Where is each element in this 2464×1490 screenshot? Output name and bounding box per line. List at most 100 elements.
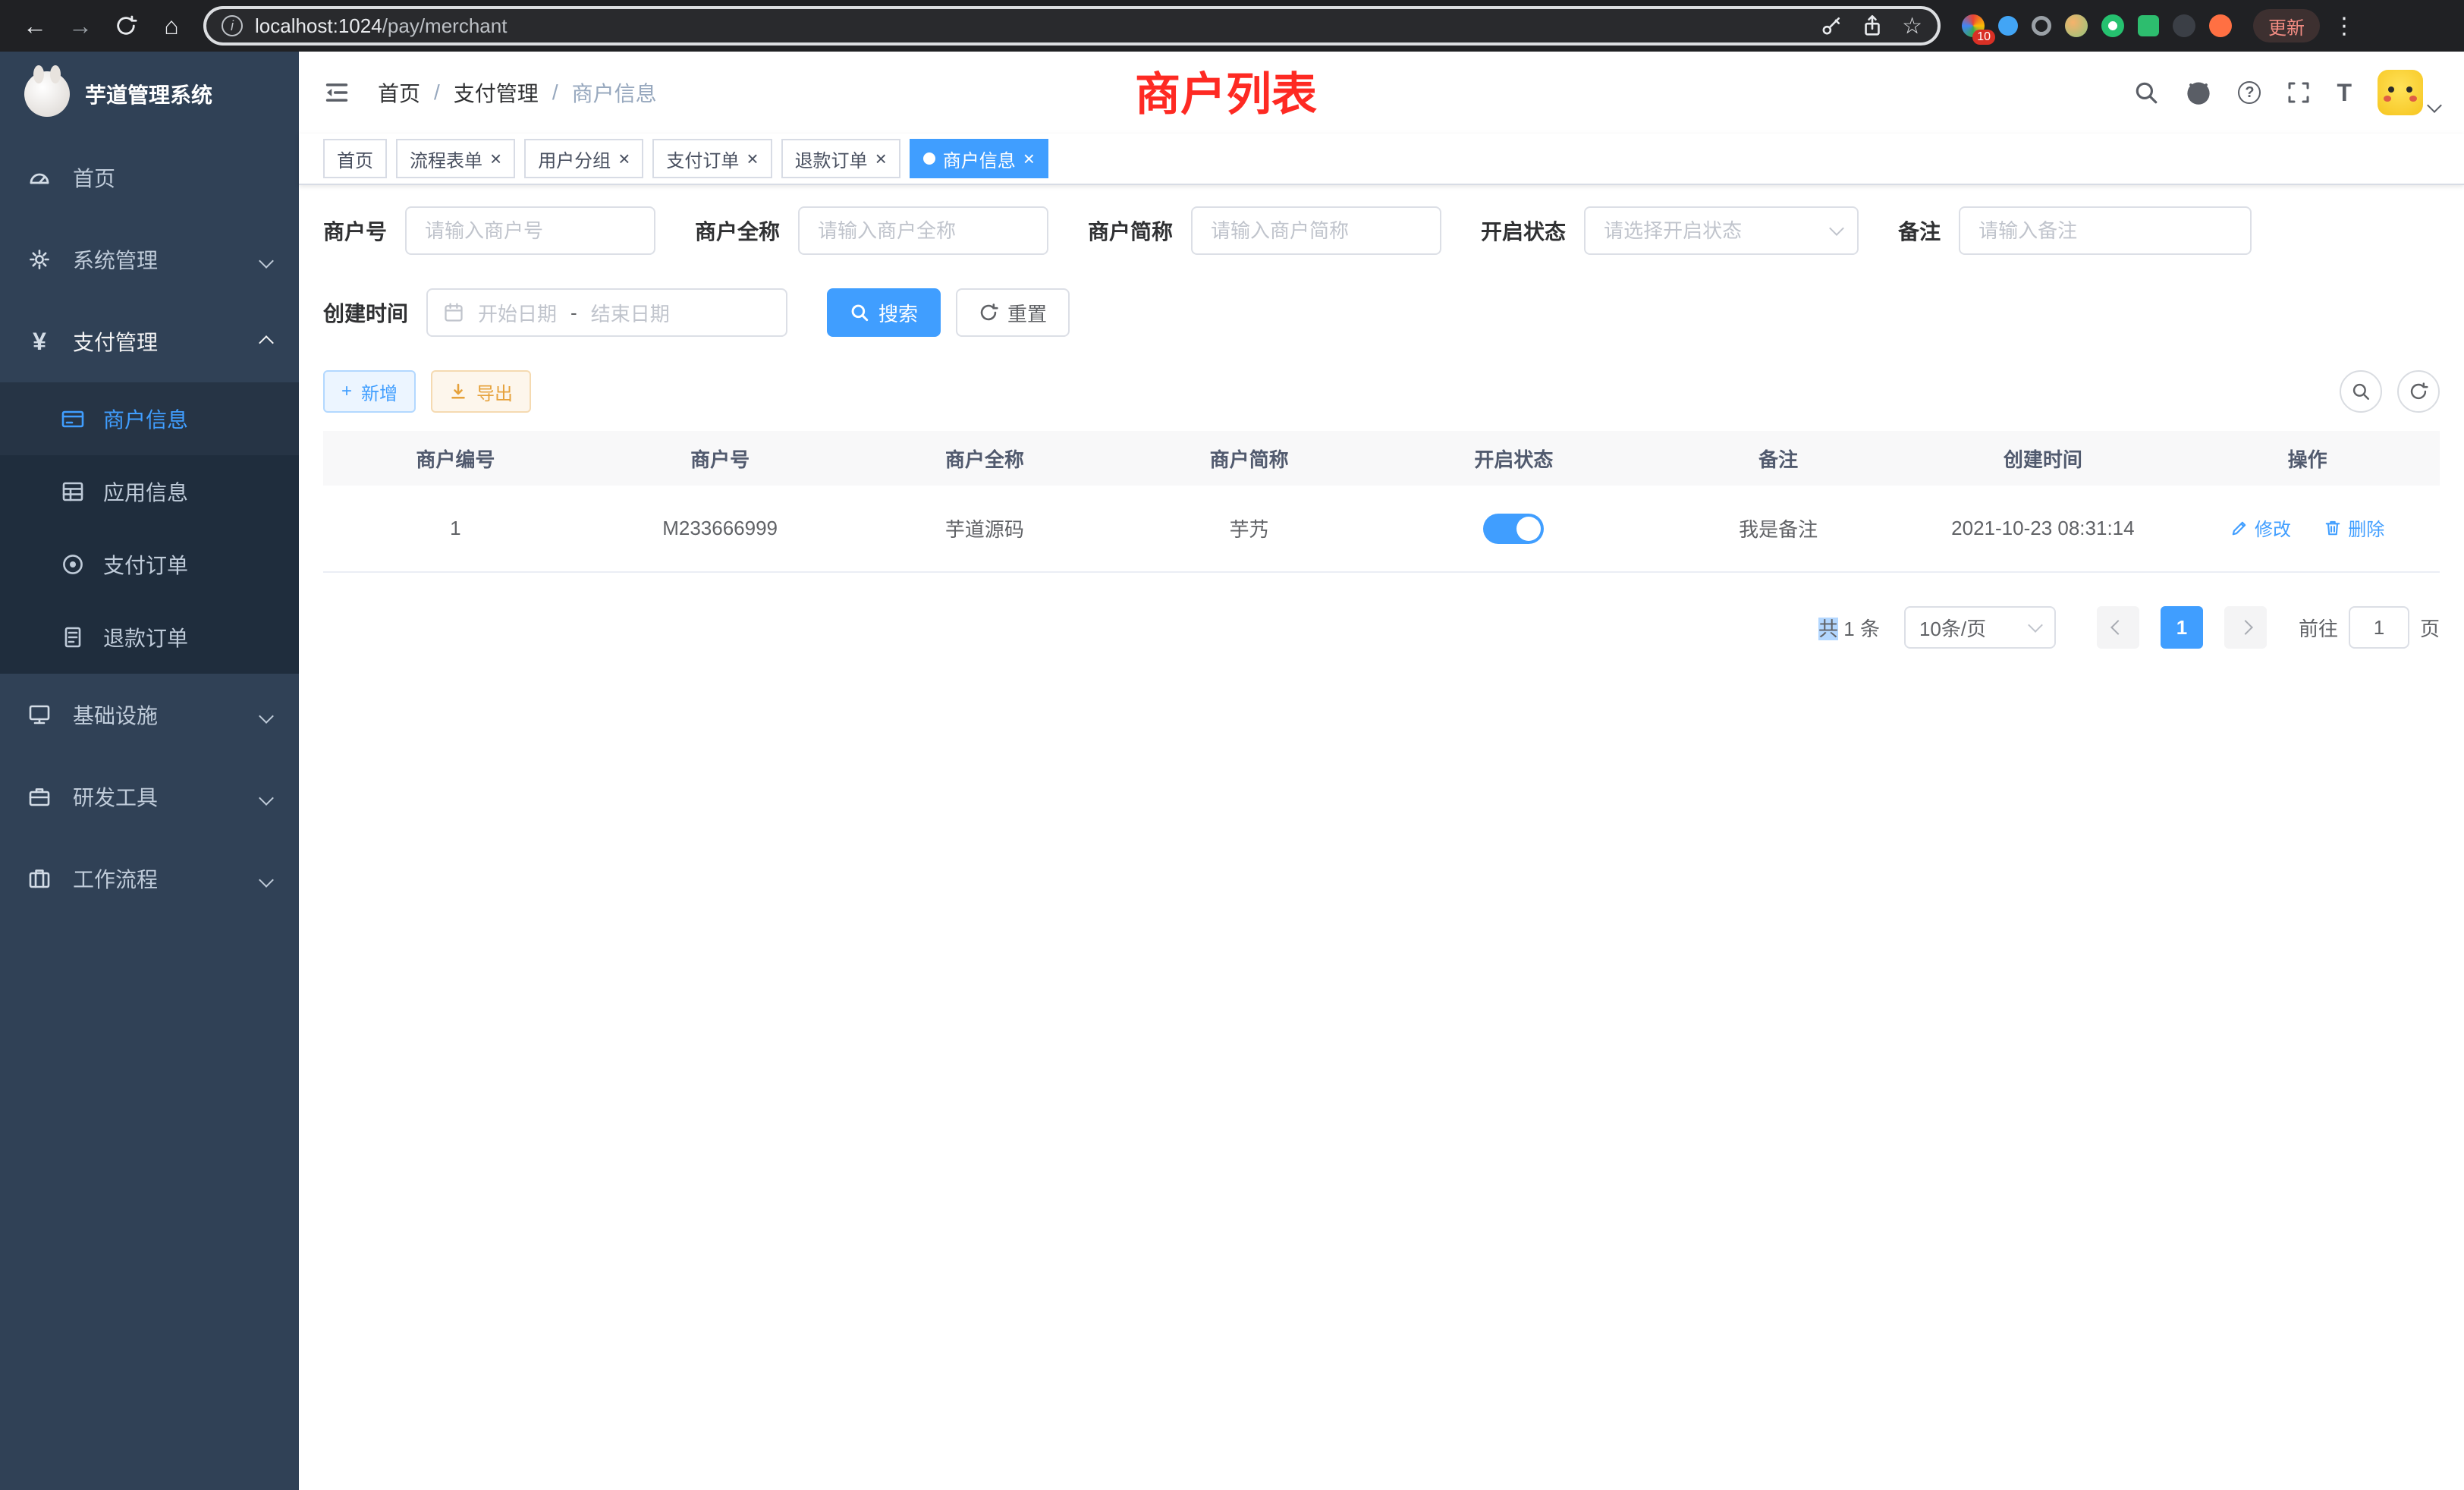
document-icon	[61, 625, 85, 649]
total-suffix: 条	[1860, 618, 1880, 640]
sidebar-item-payment[interactable]: ¥ 支付管理	[0, 300, 299, 382]
browser-update-button[interactable]: 更新	[2253, 9, 2320, 42]
tags-view-bar: 首页 流程表单 × 用户分组 × 支付订单 × 退款订单 ×	[299, 134, 2464, 185]
prev-page-button[interactable]	[2097, 606, 2139, 649]
date-range-picker[interactable]: 开始日期 - 结束日期	[426, 288, 787, 337]
sidebar-item-app-info[interactable]: 应用信息	[0, 455, 299, 528]
status-switch[interactable]	[1483, 514, 1544, 544]
key-icon[interactable]	[1820, 14, 1843, 37]
column-header: 商户全称	[853, 431, 1117, 486]
full-name-input[interactable]	[798, 206, 1048, 255]
sidebar-item-infra[interactable]: 基础设施	[0, 674, 299, 756]
tab-refund-orders[interactable]: 退款订单 ×	[781, 139, 900, 178]
tab-label: 用户分组	[538, 146, 611, 172]
breadcrumb-home[interactable]: 首页	[378, 77, 420, 108]
column-header: 操作	[2175, 431, 2440, 486]
short-name-input[interactable]	[1191, 206, 1441, 255]
info-icon[interactable]: i	[222, 15, 243, 36]
filter-row-1: 商户号 商户全称 商户简称 开启状态	[323, 206, 2440, 255]
chevron-down-icon	[2028, 618, 2043, 633]
add-button[interactable]: + 新增	[323, 370, 416, 413]
delete-button[interactable]: 删除	[2324, 514, 2384, 541]
app-logo[interactable]: 芋道管理系统	[0, 52, 299, 137]
remark-input[interactable]	[1959, 206, 2252, 255]
home-icon[interactable]: ⌂	[152, 6, 191, 46]
export-button[interactable]: 导出	[431, 370, 531, 413]
search-icon[interactable]	[2133, 80, 2159, 105]
tab-merchant-info[interactable]: 商户信息 ×	[910, 139, 1048, 178]
sidebar-item-devtools[interactable]: 研发工具	[0, 756, 299, 838]
sidebar-item-label: 支付管理	[73, 326, 158, 357]
close-icon[interactable]: ×	[490, 149, 501, 168]
close-icon[interactable]: ×	[875, 149, 887, 168]
toggle-search-button[interactable]	[2340, 370, 2382, 413]
date-start-placeholder: 开始日期	[478, 299, 557, 327]
extension-icon[interactable]	[2101, 14, 2124, 37]
address-bar[interactable]: i localhost:1024/pay/merchant ☆	[203, 6, 1941, 46]
search-button[interactable]: 搜索	[827, 288, 941, 337]
page-size-select[interactable]: 10条/页	[1904, 606, 2056, 649]
sidebar-item-home[interactable]: 首页	[0, 137, 299, 218]
reset-button[interactable]: 重置	[956, 288, 1070, 337]
delete-label: 删除	[2348, 514, 2384, 541]
column-header: 商户号	[588, 431, 853, 486]
close-icon[interactable]: ×	[746, 149, 758, 168]
tab-home[interactable]: 首页	[323, 139, 387, 178]
status-select[interactable]	[1584, 206, 1859, 255]
monitor-icon	[27, 703, 52, 727]
cell-remark: 我是备注	[1646, 486, 1911, 572]
page-number-button[interactable]: 1	[2161, 606, 2203, 649]
chevron-down-icon	[261, 784, 272, 809]
close-icon[interactable]: ×	[1023, 149, 1035, 168]
reload-icon[interactable]	[106, 6, 146, 46]
forward-icon[interactable]: →	[61, 6, 100, 46]
merchant-no-input[interactable]	[405, 206, 655, 255]
column-header: 开启状态	[1381, 431, 1646, 486]
share-icon[interactable]	[1861, 14, 1884, 37]
extension-icon[interactable]	[2138, 15, 2159, 36]
goto-page-input[interactable]	[2349, 606, 2409, 649]
dashboard-icon	[27, 165, 52, 190]
browser-menu-icon[interactable]: ⋮	[2332, 13, 2356, 39]
user-avatar-menu[interactable]	[2378, 70, 2440, 115]
extension-icon[interactable]	[2032, 16, 2051, 36]
profile-avatar-icon[interactable]	[2209, 14, 2232, 37]
sidebar-item-system[interactable]: 系统管理	[0, 218, 299, 300]
sidebar-item-merchant-info[interactable]: 商户信息	[0, 382, 299, 455]
extension-icon[interactable]	[2065, 14, 2088, 37]
filter-row-2: 创建时间 开始日期 - 结束日期 搜索	[323, 288, 2440, 337]
search-icon	[850, 303, 869, 322]
help-icon[interactable]: ?	[2238, 81, 2261, 104]
edit-button[interactable]: 修改	[2230, 514, 2291, 541]
extension-icon[interactable]	[2173, 14, 2195, 37]
extensions-area: 10	[1953, 14, 2241, 37]
tab-pay-orders[interactable]: 支付订单 ×	[652, 139, 772, 178]
column-header: 商户简称	[1117, 431, 1381, 486]
extension-icon[interactable]	[1998, 16, 2018, 36]
sidebar-item-pay-orders[interactable]: 支付订单	[0, 528, 299, 601]
create-time-label: 创建时间	[323, 297, 408, 328]
breadcrumb-payment[interactable]: 支付管理	[454, 77, 539, 108]
toolbox-icon	[27, 784, 52, 809]
breadcrumb: 首页 / 支付管理 / 商户信息	[378, 77, 657, 108]
reset-button-label: 重置	[1007, 299, 1047, 327]
back-icon[interactable]: ←	[15, 6, 55, 46]
extension-icon[interactable]: 10	[1962, 14, 1985, 37]
grid-icon	[61, 479, 85, 504]
sidebar-item-refund-orders[interactable]: 退款订单	[0, 601, 299, 674]
github-icon[interactable]	[2185, 79, 2212, 106]
sidebar: 芋道管理系统 首页 系统管理 ¥ 支付管理	[0, 52, 299, 1490]
close-icon[interactable]: ×	[618, 149, 630, 168]
fullscreen-icon[interactable]	[2286, 80, 2311, 105]
sidebar-item-workflow[interactable]: 工作流程	[0, 838, 299, 919]
tab-user-group[interactable]: 用户分组 ×	[524, 139, 643, 178]
sidebar-toggle-icon[interactable]	[323, 79, 350, 106]
font-size-icon[interactable]: T	[2337, 79, 2352, 107]
edit-label: 修改	[2255, 514, 2291, 541]
next-page-button[interactable]	[2224, 606, 2267, 649]
cell-create-time: 2021-10-23 08:31:14	[1911, 486, 2176, 572]
pencil-icon	[2230, 519, 2249, 537]
tab-process-form[interactable]: 流程表单 ×	[396, 139, 515, 178]
bookmark-star-icon[interactable]: ☆	[1902, 13, 1922, 39]
refresh-table-button[interactable]	[2397, 370, 2440, 413]
